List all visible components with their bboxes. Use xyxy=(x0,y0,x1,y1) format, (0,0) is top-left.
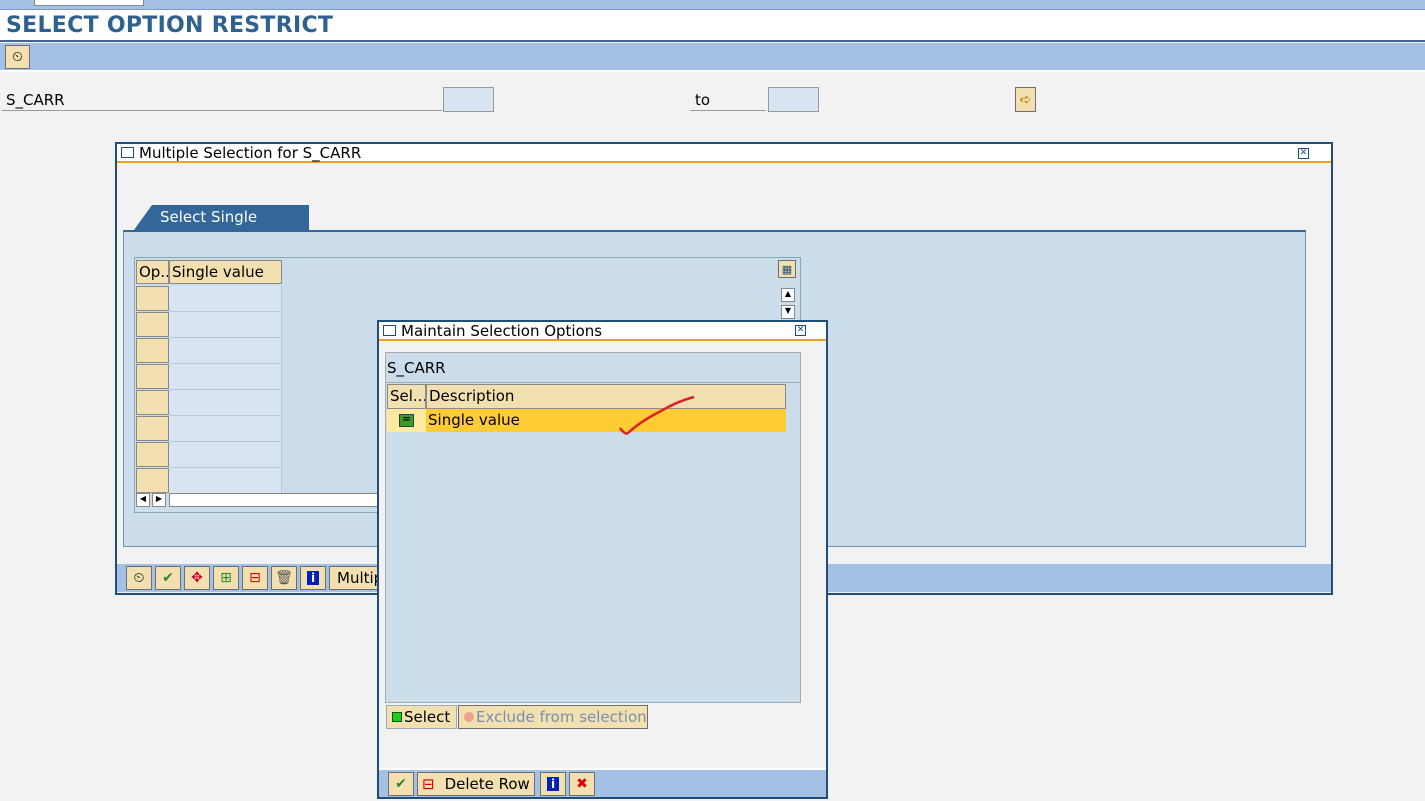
row-selector[interactable] xyxy=(136,442,169,467)
delete-row-icon: ⊟ xyxy=(249,570,261,586)
row-selector[interactable]: = xyxy=(387,409,426,432)
single-value-input[interactable] xyxy=(169,468,282,494)
dialog-title-bar[interactable]: Maintain Selection Options ✕ xyxy=(379,322,826,341)
delete-all-button[interactable]: 🗑 xyxy=(271,566,297,590)
table-settings-button[interactable]: ▦ xyxy=(778,260,796,278)
single-value-input[interactable] xyxy=(169,390,282,416)
row-selector[interactable] xyxy=(136,312,169,337)
tab-select-single-values[interactable]: Select Single Values xyxy=(134,205,309,230)
info-button[interactable]: i xyxy=(540,772,566,796)
select-button[interactable]: Select xyxy=(386,705,457,729)
scroll-up-button[interactable]: ▲ xyxy=(781,288,795,302)
arrow-right-icon: ➪ xyxy=(1019,91,1032,108)
command-field[interactable] xyxy=(34,0,144,6)
close-icon[interactable]: ✕ xyxy=(795,325,806,336)
exclude-button[interactable]: Exclude from selection xyxy=(458,705,648,729)
dialog-title: Maintain Selection Options xyxy=(401,322,603,340)
row-selector[interactable] xyxy=(136,338,169,363)
row-description: Single value xyxy=(428,411,520,429)
delete-row-button[interactable]: ⊟ Delete Row xyxy=(417,772,535,796)
execute-button[interactable]: ⏲ xyxy=(126,566,152,590)
scroll-left-button[interactable]: ◀ xyxy=(136,493,150,507)
equals-icon: = xyxy=(399,414,414,427)
maintain-selection-options-dialog: Maintain Selection Options ✕ S_CARR Sel.… xyxy=(377,320,828,799)
green-square-icon xyxy=(392,712,402,722)
row-selector[interactable] xyxy=(136,468,169,493)
dialog-toolbar: ✔ ⊟ Delete Row i ✖ xyxy=(379,768,826,797)
scroll-down-button[interactable]: ▼ xyxy=(781,305,795,319)
row-selector[interactable] xyxy=(136,390,169,415)
button-label: Select xyxy=(404,708,451,726)
single-value-input[interactable] xyxy=(169,364,282,390)
column-header-single-value[interactable]: Single value xyxy=(169,260,282,284)
single-value-input[interactable] xyxy=(169,286,282,312)
single-value-input[interactable] xyxy=(169,338,282,364)
delete-row-icon: ⊟ xyxy=(422,775,435,793)
red-circle-icon xyxy=(464,712,474,722)
system-toolbar xyxy=(0,0,1425,10)
execute-icon: ⏲ xyxy=(133,570,145,586)
column-header-sel[interactable]: Sel... xyxy=(387,384,426,409)
execute-button[interactable]: ⏲ xyxy=(5,45,30,69)
option-row-single-value[interactable]: Single value xyxy=(426,409,786,432)
to-label: to xyxy=(695,91,711,109)
grid-icon: ▦ xyxy=(781,262,793,276)
check-icon: ✔ xyxy=(162,570,174,586)
button-label: Delete Row xyxy=(444,775,530,793)
divider xyxy=(386,382,800,383)
window-icon xyxy=(121,147,134,158)
cancel-button[interactable]: ✖ xyxy=(569,772,595,796)
info-icon: i xyxy=(546,777,560,791)
options-panel: S_CARR Sel... Description = Single value xyxy=(385,352,801,703)
close-icon[interactable]: ✕ xyxy=(1298,148,1309,159)
confirm-button[interactable]: ✔ xyxy=(155,566,181,590)
page-title: SELECT OPTION RESTRICT xyxy=(6,13,334,38)
application-toolbar: ⏲ xyxy=(0,43,1425,72)
scroll-right-button[interactable]: ▶ xyxy=(152,493,166,507)
trash-icon: 🗑 xyxy=(275,570,293,586)
check-icon: ✔ xyxy=(395,776,407,792)
from-input[interactable] xyxy=(443,87,494,112)
delete-row-button[interactable]: ⊟ xyxy=(242,566,268,590)
dialog-title: Multiple Selection for S_CARR xyxy=(139,144,362,162)
selection-options-icon: ✥ xyxy=(191,570,203,586)
dialog-title-bar[interactable]: Multiple Selection for S_CARR ✕ xyxy=(117,144,1331,163)
column-header-description[interactable]: Description xyxy=(426,384,786,409)
info-button[interactable]: i xyxy=(300,566,326,590)
horizontal-scrollbar[interactable] xyxy=(169,493,389,507)
button-label: Exclude from selection xyxy=(476,708,647,726)
row-selector[interactable] xyxy=(136,286,169,311)
field-label-row: S_CARR xyxy=(2,88,442,111)
insert-row-icon: ⊞ xyxy=(220,570,232,586)
window-icon xyxy=(383,325,396,336)
info-icon: i xyxy=(306,571,320,585)
single-value-input[interactable] xyxy=(169,312,282,338)
options-button[interactable]: ✥ xyxy=(184,566,210,590)
row-selector[interactable] xyxy=(136,364,169,389)
field-label: S_CARR xyxy=(6,91,65,109)
multiple-selection-button[interactable]: ➪ xyxy=(1015,87,1036,112)
row-selector[interactable] xyxy=(136,416,169,441)
to-input[interactable] xyxy=(768,87,819,112)
insert-row-button[interactable]: ⊞ xyxy=(213,566,239,590)
confirm-button[interactable]: ✔ xyxy=(388,772,414,796)
column-header-op[interactable]: Op... xyxy=(136,260,169,284)
execute-icon: ⏲ xyxy=(12,49,23,65)
field-name: S_CARR xyxy=(387,359,446,377)
red-checkmark-annotation xyxy=(618,395,695,435)
single-value-input[interactable] xyxy=(169,416,282,442)
single-value-input[interactable] xyxy=(169,442,282,468)
cancel-x-icon: ✖ xyxy=(576,776,588,792)
to-label-row: to xyxy=(690,88,766,111)
